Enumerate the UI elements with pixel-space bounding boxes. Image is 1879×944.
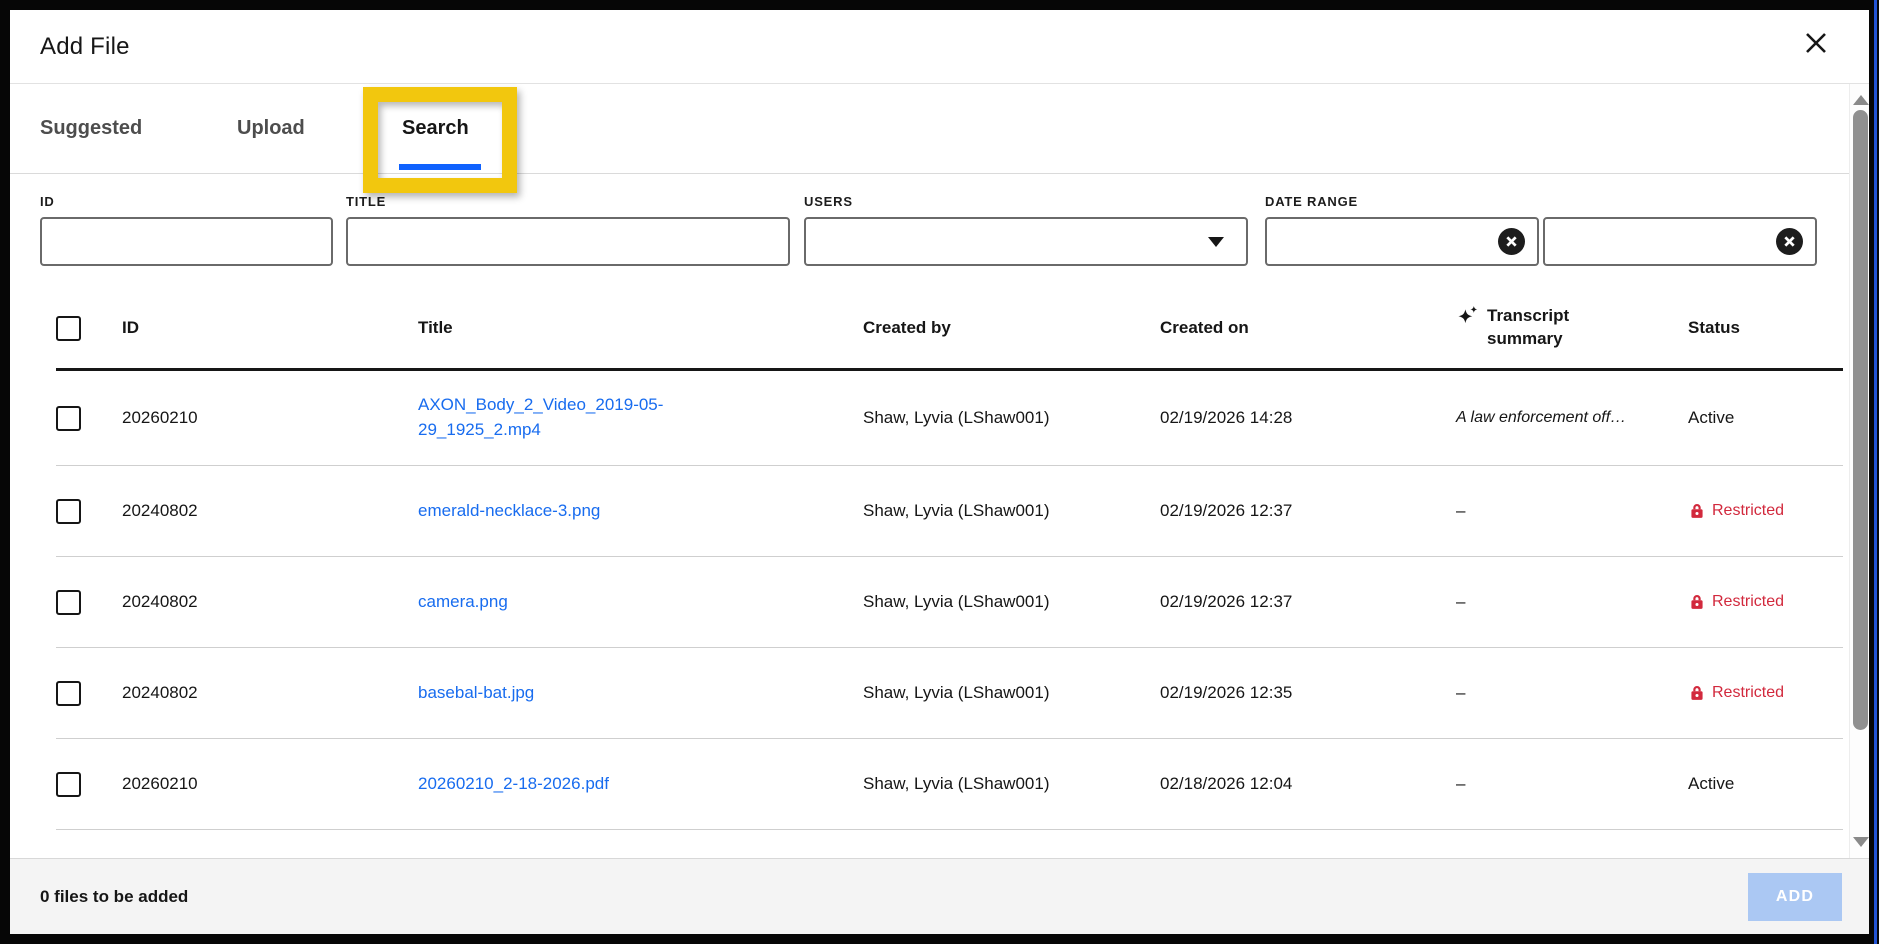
- active-tab-indicator: [399, 164, 481, 170]
- close-button[interactable]: [1799, 26, 1833, 60]
- row-checkbox[interactable]: [56, 406, 81, 431]
- status-label: Restricted: [1712, 502, 1784, 520]
- close-icon: [1801, 28, 1831, 58]
- row-checkbox[interactable]: [56, 681, 81, 706]
- id-cell: 20260210: [122, 408, 418, 428]
- files-table: ID Title Created by Created on Transcrip…: [56, 288, 1843, 830]
- table-row: 20240802 emerald-necklace-3.png Shaw, Ly…: [56, 466, 1843, 557]
- created-by-cell: Shaw, Lyvia (LShaw001): [863, 683, 1160, 703]
- transcript-summary-cell: –: [1456, 501, 1688, 521]
- vertical-scrollbar: [1849, 84, 1869, 858]
- lock-icon: [1688, 502, 1706, 520]
- files-selected-summary: 0 files to be added: [40, 887, 188, 907]
- transcript-summary-cell: –: [1456, 683, 1688, 703]
- users-filter-dropdown[interactable]: [804, 217, 1248, 266]
- date-range-end-clear-button[interactable]: [1776, 228, 1803, 255]
- column-header-id: ID: [122, 318, 418, 338]
- id-filter-input[interactable]: [40, 217, 333, 266]
- ai-sparkle-icon: [1456, 305, 1479, 328]
- clear-x-icon: [1505, 235, 1518, 248]
- tab-upload[interactable]: Upload: [237, 84, 305, 173]
- lock-icon: [1688, 593, 1706, 611]
- date-range-end-wrap: [1543, 217, 1817, 266]
- window-edge-line: [1874, 0, 1877, 944]
- created-by-cell: Shaw, Lyvia (LShaw001): [863, 408, 1160, 428]
- dialog-header: Add File: [10, 10, 1869, 84]
- add-button[interactable]: ADD: [1748, 873, 1842, 921]
- status-label: Restricted: [1712, 593, 1784, 611]
- title-link[interactable]: 20260210_2-18-2026.pdf: [418, 774, 609, 793]
- row-checkbox[interactable]: [56, 590, 81, 615]
- chevron-down-icon: [1208, 237, 1224, 247]
- table-row: 20260210 AXON_Body_2_Video_2019-05-29_19…: [56, 371, 1843, 466]
- lock-icon: [1688, 684, 1706, 702]
- tab-search-label: Search: [402, 117, 469, 140]
- status-cell: Restricted: [1688, 502, 1825, 520]
- column-header-status: Status: [1688, 318, 1843, 338]
- status-cell: Active: [1688, 408, 1843, 428]
- created-on-cell: 02/19/2026 12:35: [1160, 683, 1456, 703]
- id-cell: 20240802: [122, 683, 418, 703]
- search-filters: ID TITLE USERS DATE RANGE: [10, 174, 1869, 288]
- scrollbar-up-button[interactable]: [1850, 90, 1869, 110]
- title-link[interactable]: basebal-bat.jpg: [418, 683, 534, 702]
- id-filter-label: ID: [40, 194, 55, 209]
- created-on-cell: 02/19/2026 14:28: [1160, 408, 1456, 428]
- title-link[interactable]: AXON_Body_2_Video_2019-05-29_1925_2.mp4: [418, 393, 733, 442]
- clear-x-icon: [1783, 235, 1796, 248]
- column-header-created-on: Created on: [1160, 318, 1456, 338]
- arrow-up-icon: [1853, 95, 1869, 105]
- add-file-dialog: Add File Suggested Upload Search ID TITL…: [10, 10, 1869, 934]
- date-range-filter-label: DATE RANGE: [1265, 194, 1358, 209]
- scrollbar-down-button[interactable]: [1850, 832, 1869, 852]
- date-range-start-clear-button[interactable]: [1498, 228, 1525, 255]
- status-cell: Restricted: [1688, 593, 1825, 611]
- created-on-cell: 02/18/2026 12:04: [1160, 774, 1456, 794]
- created-by-cell: Shaw, Lyvia (LShaw001): [863, 774, 1160, 794]
- id-cell: 20240802: [122, 592, 418, 612]
- table-header-row: ID Title Created by Created on Transcrip…: [56, 288, 1843, 371]
- table-row: 20240802 camera.png Shaw, Lyvia (LShaw00…: [56, 557, 1843, 648]
- status-cell: Restricted: [1688, 684, 1825, 702]
- date-range-start-wrap: [1265, 217, 1539, 266]
- dialog-title: Add File: [40, 33, 130, 61]
- dialog-footer: 0 files to be added ADD: [10, 858, 1869, 934]
- created-on-cell: 02/19/2026 12:37: [1160, 501, 1456, 521]
- arrow-down-icon: [1853, 837, 1869, 847]
- row-checkbox[interactable]: [56, 499, 81, 524]
- column-header-created-by: Created by: [863, 318, 1160, 338]
- tab-search[interactable]: Search: [402, 84, 469, 173]
- scrollbar-thumb[interactable]: [1853, 110, 1868, 730]
- created-on-cell: 02/19/2026 12:37: [1160, 592, 1456, 612]
- column-header-transcript-summary: Transcript summary: [1456, 305, 1688, 351]
- table-row: 20260210 20260210_2-18-2026.pdf Shaw, Ly…: [56, 739, 1843, 830]
- id-cell: 20260210: [122, 774, 418, 794]
- id-cell: 20240802: [122, 501, 418, 521]
- row-checkbox[interactable]: [56, 772, 81, 797]
- transcript-summary-cell: –: [1456, 592, 1688, 612]
- created-by-cell: Shaw, Lyvia (LShaw001): [863, 592, 1160, 612]
- created-by-cell: Shaw, Lyvia (LShaw001): [863, 501, 1160, 521]
- table-row: 20240802 basebal-bat.jpg Shaw, Lyvia (LS…: [56, 648, 1843, 739]
- title-link[interactable]: camera.png: [418, 592, 508, 611]
- title-filter-label: TITLE: [346, 194, 386, 209]
- status-cell: Active: [1688, 774, 1843, 794]
- title-link[interactable]: emerald-necklace-3.png: [418, 501, 600, 520]
- transcript-summary-cell: –: [1456, 774, 1688, 794]
- tab-bar: Suggested Upload Search: [10, 84, 1869, 174]
- users-filter-label: USERS: [804, 194, 853, 209]
- transcript-summary-header-label: Transcript summary: [1487, 305, 1597, 351]
- tab-suggested[interactable]: Suggested: [40, 84, 142, 173]
- select-all-checkbox[interactable]: [56, 316, 81, 341]
- status-label: Restricted: [1712, 684, 1784, 702]
- transcript-summary-cell: A law enforcement off…: [1456, 409, 1688, 427]
- column-header-title: Title: [418, 318, 863, 338]
- title-filter-input[interactable]: [346, 217, 790, 266]
